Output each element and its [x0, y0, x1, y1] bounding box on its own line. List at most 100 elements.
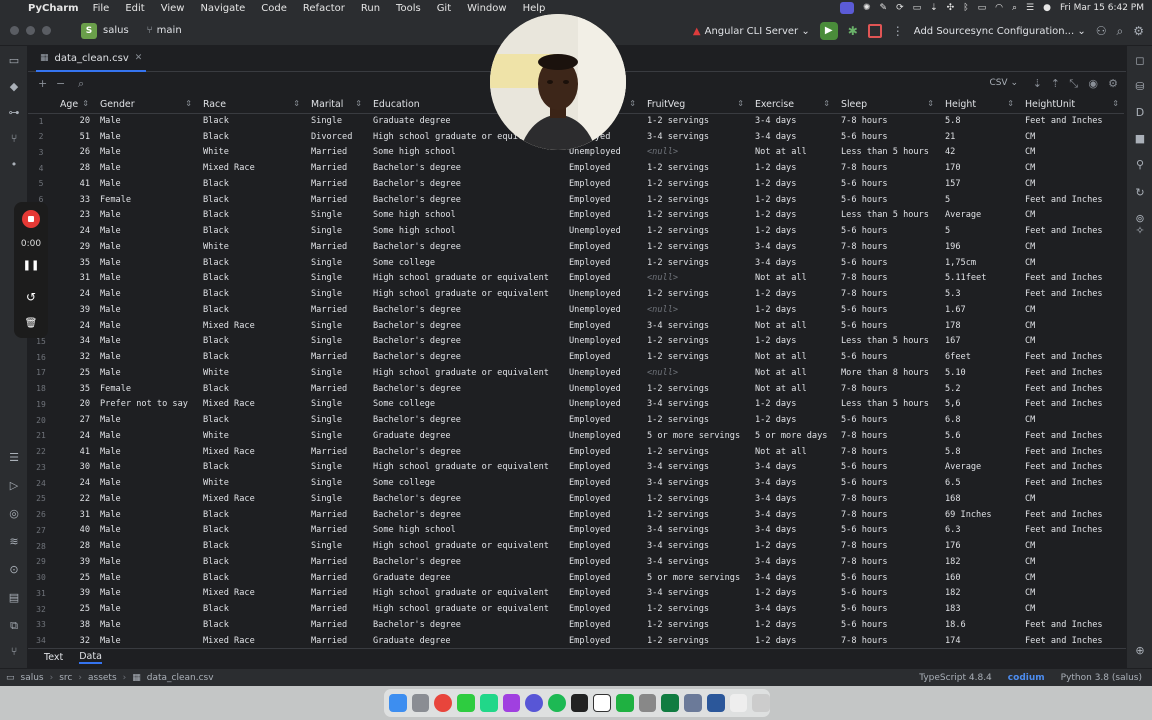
cell-height[interactable]: 5.11feet [939, 271, 1019, 287]
breadcrumb-item[interactable]: assets [88, 673, 117, 683]
cell-exercise[interactable]: 1-2 days [749, 334, 835, 350]
excel-icon[interactable] [661, 694, 680, 712]
cell-gender[interactable]: Male [94, 538, 197, 554]
cell-marital[interactable]: Married [305, 302, 367, 318]
column-header-heightunit[interactable]: HeightUnit ⇕ [1019, 96, 1124, 114]
cell-heightunit[interactable]: Feet and Inches [1019, 349, 1124, 365]
cell-heightunit[interactable]: Feet and Inches [1019, 523, 1124, 539]
cell-exercise[interactable]: 1-2 days [749, 586, 835, 602]
cell-exercise[interactable]: 1-2 days [749, 223, 835, 239]
cell-sleep[interactable]: 7-8 hours [835, 554, 939, 570]
cell-height[interactable]: 157 [939, 176, 1019, 192]
table-row[interactable]: 32 25 Male Black Married High school graduate… [28, 601, 1124, 617]
cell-sleep[interactable]: 5-6 hours [835, 192, 939, 208]
sort-icon[interactable]: ⇕ [737, 99, 744, 108]
breadcrumb-item[interactable]: src [59, 673, 72, 683]
table-row[interactable]: 16 32 Male Black Married Bachelor's degree Emp… [28, 349, 1124, 365]
cell-heightunit[interactable]: Feet and Inches [1019, 507, 1124, 523]
cell-fruitveg[interactable]: <null> [641, 145, 749, 161]
cell-race[interactable]: White [197, 428, 305, 444]
cell-education[interactable]: High school graduate or equivalent [367, 271, 563, 287]
cell-exercise[interactable]: 3-4 days [749, 601, 835, 617]
trash-icon[interactable] [752, 694, 770, 712]
cell-fruitveg[interactable]: 1-2 servings [641, 286, 749, 302]
cell-education[interactable]: Bachelor's degree [367, 302, 563, 318]
menu-view[interactable]: View [161, 3, 185, 14]
cell-height[interactable]: 5.10 [939, 365, 1019, 381]
cell-age[interactable]: 24 [54, 475, 94, 491]
cell-height[interactable]: 160 [939, 570, 1019, 586]
cell-fruitveg[interactable]: 3-4 servings [641, 318, 749, 334]
cell-heightunit[interactable]: Feet and Inches [1019, 428, 1124, 444]
layers-icon[interactable]: ≋ [7, 535, 21, 549]
table-row[interactable]: 20 27 Male Black Single Bachelor's degree Empl… [28, 412, 1124, 428]
table-row[interactable]: 22 41 Male Mixed Race Married Bachelor's degr… [28, 444, 1124, 460]
cell-education[interactable]: Graduate degree [367, 428, 563, 444]
cell-heightunit[interactable]: CM [1019, 318, 1124, 334]
cell-marital[interactable]: Married [305, 523, 367, 539]
cell-employment[interactable]: Unemployed [563, 286, 641, 302]
cell-race[interactable]: Black [197, 381, 305, 397]
cell-sleep[interactable]: 5-6 hours [835, 601, 939, 617]
stop-button[interactable] [867, 24, 882, 38]
cell-gender[interactable]: Male [94, 208, 197, 224]
cell-gender[interactable]: Prefer not to say [94, 397, 197, 413]
tab-data-clean-csv[interactable]: ▦ data_clean.csv ✕ [36, 46, 147, 72]
cell-education[interactable]: Bachelor's degree [367, 381, 563, 397]
cell-age[interactable]: 20 [54, 397, 94, 413]
cell-heightunit[interactable]: CM [1019, 334, 1124, 350]
cell-marital[interactable]: Married [305, 507, 367, 523]
battery-icon[interactable]: ▭ [978, 3, 987, 13]
endpoints-icon[interactable]: ↻ [1133, 186, 1147, 200]
cell-marital[interactable]: Single [305, 397, 367, 413]
help-icon[interactable]: ⊕ [1133, 644, 1147, 658]
cell-fruitveg[interactable]: 1-2 servings [641, 617, 749, 633]
breadcrumb-item[interactable]: salus [21, 673, 44, 683]
cell-heightunit[interactable]: CM [1019, 601, 1124, 617]
cell-heightunit[interactable]: CM [1019, 208, 1124, 224]
cell-height[interactable]: 196 [939, 239, 1019, 255]
cell-fruitveg[interactable]: 5 or more servings [641, 570, 749, 586]
cell-education[interactable]: Some college [367, 397, 563, 413]
cell-heightunit[interactable]: Feet and Inches [1019, 475, 1124, 491]
cell-age[interactable]: 25 [54, 570, 94, 586]
cell-education[interactable]: Bachelor's degree [367, 239, 563, 255]
cell-race[interactable]: White [197, 475, 305, 491]
cell-heightunit[interactable]: CM [1019, 239, 1124, 255]
cell-sleep[interactable]: 5-6 hours [835, 460, 939, 476]
cell-height[interactable]: 5.6 [939, 428, 1019, 444]
cell-employment[interactable]: Employed [563, 617, 641, 633]
tab-text[interactable]: Text [44, 652, 63, 663]
cell-gender[interactable]: Male [94, 601, 197, 617]
cell-fruitveg[interactable]: 1-2 servings [641, 160, 749, 176]
cell-gender[interactable]: Male [94, 633, 197, 648]
cell-employment[interactable]: Employed [563, 239, 641, 255]
column-header-exercise[interactable]: Exercise ⇕ [749, 96, 835, 114]
cell-sleep[interactable]: 5-6 hours [835, 617, 939, 633]
cell-fruitveg[interactable]: 3-4 servings [641, 397, 749, 413]
car-tray-icon[interactable]: ▭ [913, 3, 922, 13]
refresh-tray-icon[interactable]: ⟳ [896, 3, 904, 13]
cell-education[interactable]: Bachelor's degree [367, 554, 563, 570]
cell-height[interactable]: 178 [939, 318, 1019, 334]
table-row[interactable]: 4 28 Male Mixed Race Married Bachelor's degre… [28, 160, 1124, 176]
cell-education[interactable]: Bachelor's degree [367, 617, 563, 633]
table-row[interactable]: 28 28 Male Black Single High school graduate … [28, 538, 1124, 554]
menu-app-name[interactable]: PyCharm [28, 3, 79, 14]
cell-race[interactable]: Black [197, 129, 305, 145]
cell-exercise[interactable]: 3-4 days [749, 239, 835, 255]
cell-heightunit[interactable]: Feet and Inches [1019, 381, 1124, 397]
cell-race[interactable]: Black [197, 113, 305, 129]
cell-gender[interactable]: Male [94, 491, 197, 507]
cell-employment[interactable]: Employed [563, 412, 641, 428]
cell-education[interactable]: High school graduate or equivalent [367, 286, 563, 302]
zoom-window-icon[interactable] [42, 26, 51, 35]
cell-race[interactable]: Black [197, 538, 305, 554]
cell-marital[interactable]: Married [305, 381, 367, 397]
cell-height[interactable]: 168 [939, 491, 1019, 507]
commit-icon[interactable]: ⊶ [7, 106, 21, 120]
cell-height[interactable]: 5.2 [939, 381, 1019, 397]
cell-fruitveg[interactable]: 3-4 servings [641, 460, 749, 476]
cell-exercise[interactable]: Not at all [749, 145, 835, 161]
export-icon[interactable]: ⇡ [1051, 77, 1060, 90]
